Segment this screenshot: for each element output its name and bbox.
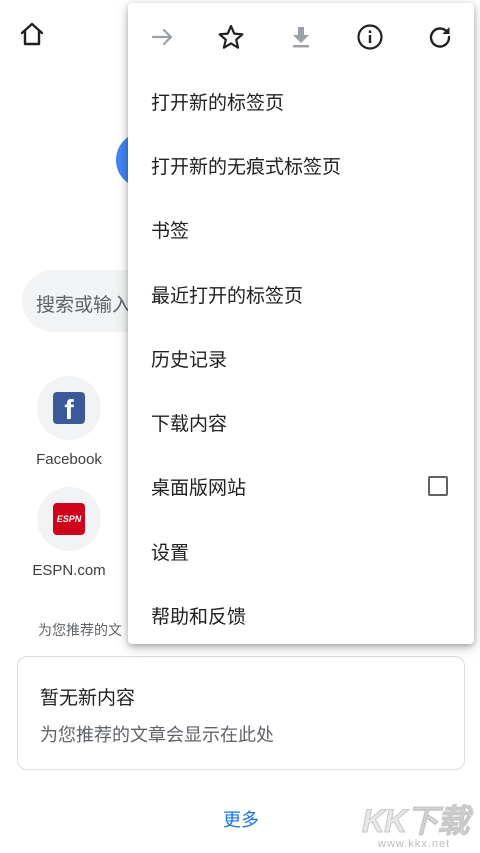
watermark-logo: KK下载 www.kkx.net bbox=[361, 796, 469, 851]
menu-item-label: 打开新的无痕式标签页 bbox=[151, 155, 342, 178]
menu-item-settings[interactable]: 设置 bbox=[128, 519, 474, 583]
reload-icon[interactable] bbox=[420, 17, 460, 57]
menu-item-label: 帮助和反馈 bbox=[151, 606, 247, 629]
shortcut-label-espn: ESPN.com bbox=[32, 562, 106, 579]
search-placeholder: 搜索或输入 bbox=[36, 294, 132, 316]
menu-toolbar bbox=[128, 3, 474, 67]
star-icon[interactable] bbox=[211, 17, 251, 57]
desktop-site-checkbox[interactable] bbox=[428, 475, 448, 496]
menu-item-label: 历史记录 bbox=[151, 348, 228, 371]
menu-item-label: 设置 bbox=[151, 541, 190, 564]
home-icon[interactable] bbox=[18, 20, 46, 48]
watermark-text: KK下载 bbox=[361, 803, 469, 840]
menu-item-label: 桌面版网站 bbox=[151, 477, 247, 500]
shortcut-label-facebook: Facebook bbox=[36, 451, 102, 468]
info-icon[interactable] bbox=[350, 17, 390, 57]
menu-item-new-tab[interactable]: 打开新的标签页 bbox=[128, 69, 474, 133]
menu-item-label: 最近打开的标签页 bbox=[151, 284, 304, 307]
forward-icon[interactable] bbox=[143, 17, 183, 57]
facebook-logo-icon: f bbox=[53, 392, 85, 424]
shortcut-tile-espn[interactable]: ESPN bbox=[37, 487, 101, 551]
download-icon[interactable] bbox=[281, 17, 321, 57]
empty-feed-card bbox=[17, 656, 465, 770]
menu-item-recent-tabs[interactable]: 最近打开的标签页 bbox=[128, 262, 474, 326]
menu-item-history[interactable]: 历史记录 bbox=[128, 326, 474, 390]
suggested-articles-label: 为您推荐的文 bbox=[38, 623, 122, 639]
menu-item-desktop-site[interactable]: 桌面版网站 bbox=[128, 455, 474, 519]
menu-item-bookmarks[interactable]: 书签 bbox=[128, 198, 474, 262]
menu-item-new-incognito-tab[interactable]: 打开新的无痕式标签页 bbox=[128, 133, 474, 197]
menu-list: 打开新的标签页 打开新的无痕式标签页 书签 最近打开的标签页 历史记录 下载内容… bbox=[128, 69, 474, 648]
menu-item-label: 下载内容 bbox=[151, 413, 228, 436]
shortcut-tile-facebook[interactable]: f bbox=[37, 376, 101, 440]
menu-item-label: 打开新的标签页 bbox=[151, 91, 285, 114]
menu-item-downloads[interactable]: 下载内容 bbox=[128, 390, 474, 454]
empty-feed-title: 暂无新内容 bbox=[40, 687, 136, 709]
empty-feed-subtitle: 为您推荐的文章会显示在此处 bbox=[40, 725, 274, 746]
espn-logo-icon: ESPN bbox=[53, 503, 85, 535]
menu-item-help-feedback[interactable]: 帮助和反馈 bbox=[128, 583, 474, 647]
menu-item-label: 书签 bbox=[151, 220, 190, 243]
overflow-menu: 打开新的标签页 打开新的无痕式标签页 书签 最近打开的标签页 历史记录 下载内容… bbox=[128, 3, 474, 644]
